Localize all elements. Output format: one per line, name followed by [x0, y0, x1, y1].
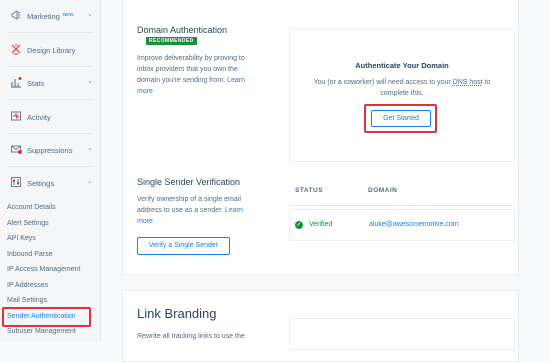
sidebar-item-label: Design Library	[27, 46, 76, 55]
link-branding-panel	[289, 318, 515, 350]
sidebar-subitem-subuser-management[interactable]: Subuser Management	[7, 328, 76, 335]
new-badge: NEW	[62, 12, 74, 17]
table-row: ✓ Verified aluke@awesomemotive.com	[289, 209, 515, 241]
divider	[8, 99, 92, 100]
sidebar-item-label: Stats	[27, 79, 45, 88]
table-divider	[289, 205, 513, 206]
sidebar-subitem-account-details[interactable]: Account Details	[7, 204, 56, 211]
chevron-down-icon: ⌄	[87, 145, 93, 152]
divider	[8, 133, 92, 134]
status-column-header: STATUS	[295, 187, 324, 194]
authenticate-domain-title: Authenticate Your Domain	[355, 61, 449, 70]
sidebar: Marketing NEW ⌄ Design Library Stats ⌄ Ac…	[0, 0, 101, 342]
sidebar-item-activity[interactable]: Activity	[0, 104, 100, 130]
stats-icon	[11, 77, 22, 88]
recommended-badge: RECOMMENDED	[146, 37, 197, 45]
chevron-down-icon: ⌄	[87, 78, 93, 85]
divider	[8, 66, 92, 67]
sidebar-item-marketing[interactable]: Marketing NEW ⌄	[0, 3, 100, 29]
sidebar-item-label: Marketing	[27, 12, 60, 21]
sidebar-subitem-api-keys[interactable]: API Keys	[7, 235, 36, 242]
link-branding-description: Rewrite all tracking links to use the	[137, 333, 245, 340]
chevron-down-icon: ⌄	[87, 178, 93, 185]
authenticate-domain-panel: Authenticate Your Domain You (or a cowor…	[289, 28, 515, 162]
authenticate-domain-text: You (or a coworker) will need access to …	[300, 77, 504, 99]
sidebar-item-design-library[interactable]: Design Library	[0, 37, 100, 63]
sidebar-item-label: Suppressions	[27, 146, 73, 155]
divider	[8, 32, 92, 33]
check-circle-icon: ✓	[295, 221, 303, 229]
sidebar-subitem-ip-addresses[interactable]: IP Addresses	[7, 282, 48, 289]
settings-icon	[11, 177, 21, 187]
divider	[8, 166, 92, 167]
sidebar-subitem-inbound-parse[interactable]: Inbound Parse	[7, 251, 53, 258]
domain-auth-title: Domain Authentication	[137, 25, 228, 35]
sidebar-item-label: Activity	[27, 113, 51, 122]
domain-column-header: DOMAIN	[368, 187, 398, 194]
megaphone-icon	[11, 10, 21, 20]
sender-email[interactable]: aluke@awesomemotive.com	[369, 221, 459, 228]
verify-single-sender-button[interactable]: Verify a Single Sender	[137, 237, 230, 255]
link-branding-title: Link Branding	[137, 306, 217, 321]
panel-text-part-1: You (or a coworker) will need access to …	[313, 79, 451, 86]
sidebar-subitem-alert-settings[interactable]: Alert Settings	[7, 220, 49, 227]
get-started-highlight	[364, 104, 437, 133]
sidebar-item-label: Settings	[27, 179, 55, 188]
sidebar-item-settings[interactable]: Settings ⌄	[0, 170, 100, 196]
status-verified: Verified	[309, 221, 333, 228]
chevron-down-icon: ⌄	[87, 11, 93, 18]
suppressions-icon	[11, 145, 22, 154]
sidebar-item-suppressions[interactable]: Suppressions ⌄	[0, 137, 100, 163]
single-sender-description: Verify ownership of a single email addre…	[137, 194, 257, 227]
sidebar-subitem-mail-settings[interactable]: Mail Settings	[7, 297, 47, 304]
sender-authentication-highlight	[2, 307, 91, 327]
activity-icon	[11, 111, 21, 121]
domain-auth-description: Improve deliverability by proving to inb…	[137, 53, 257, 97]
sidebar-subitem-ip-access-management[interactable]: IP Access Management	[7, 266, 80, 273]
palette-icon	[11, 44, 21, 55]
single-sender-title: Single Sender Verification	[137, 177, 241, 187]
sidebar-item-stats[interactable]: Stats ⌄	[0, 70, 100, 96]
dns-host-link[interactable]: DNS host	[453, 79, 483, 86]
